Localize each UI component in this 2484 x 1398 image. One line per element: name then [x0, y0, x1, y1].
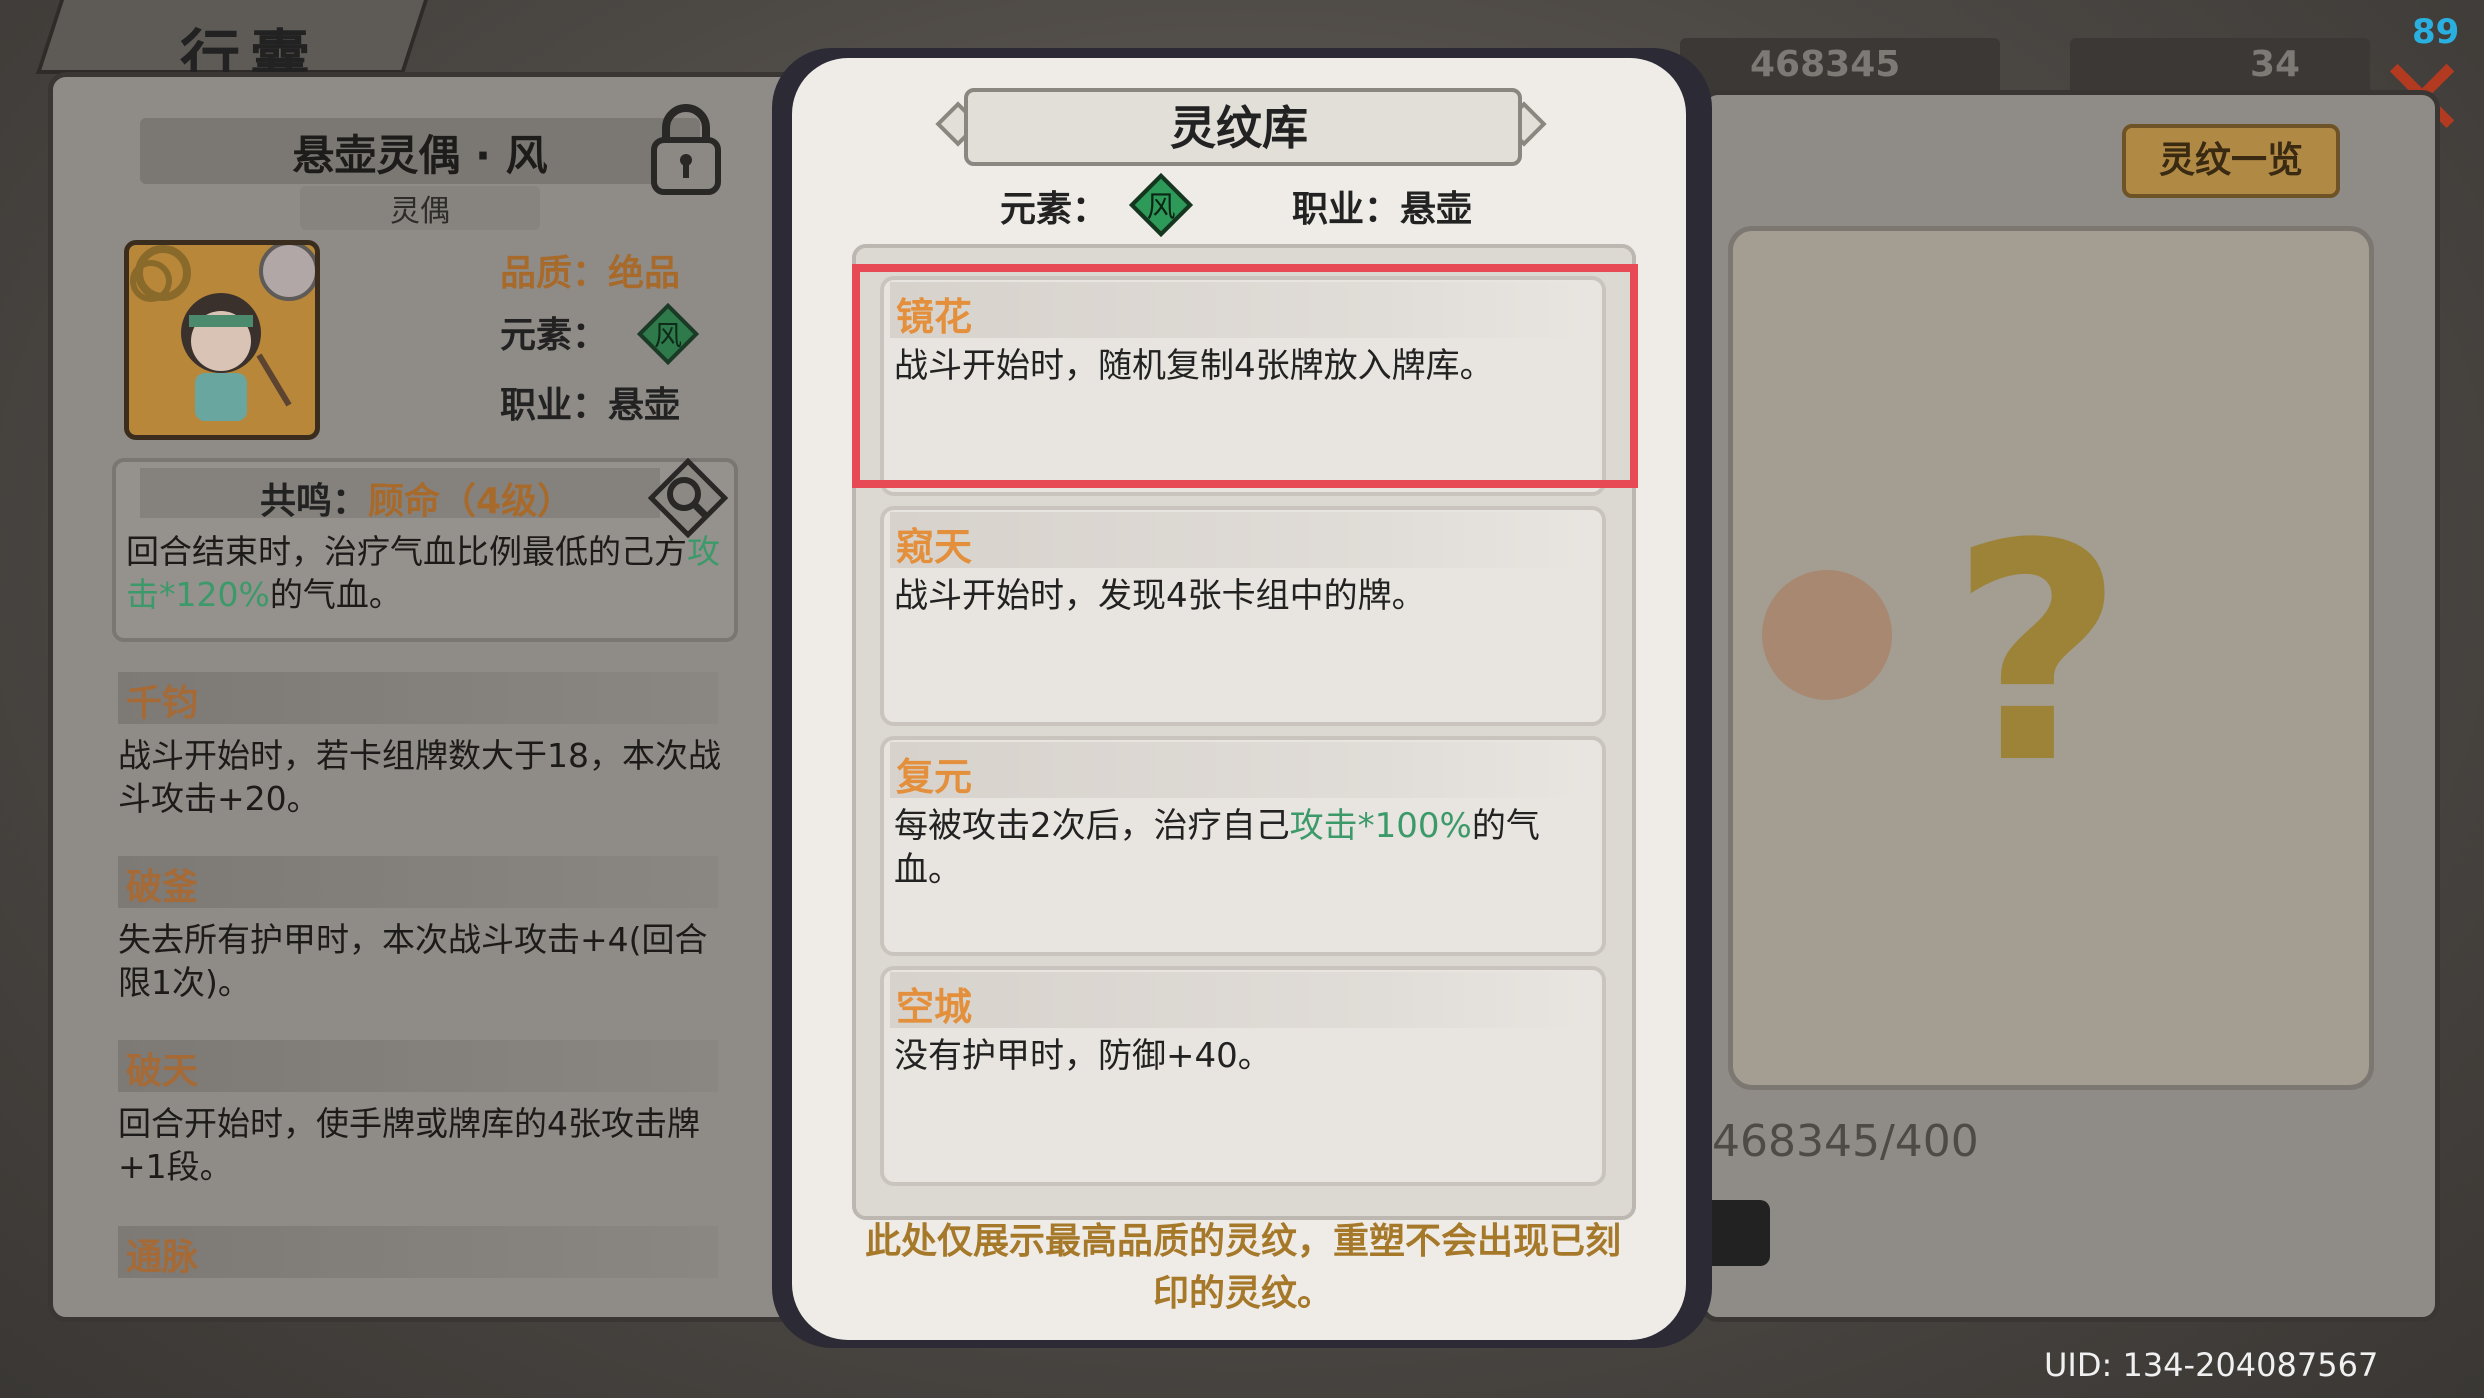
question-mark-icon: ? — [1950, 480, 2125, 829]
character-avatar — [130, 241, 319, 421]
selection-highlight — [852, 264, 1638, 488]
skill-name: 千钧 — [126, 683, 199, 724]
svg-text:风: 风 — [1147, 189, 1176, 223]
rune-overview-button[interactable]: 灵纹一览 — [2122, 124, 2340, 198]
modal-footer-note: 此处仅展示最高品质的灵纹，重塑不会出现已刻印的灵纹。 — [864, 1221, 1621, 1314]
rune-card-header — [890, 972, 1584, 1028]
rune-card-header — [890, 512, 1584, 568]
skill-description: 失去所有护甲时，本次战斗攻击+4(回合限1次)。 — [118, 920, 708, 1002]
skill-header — [118, 856, 718, 908]
lock-icon[interactable] — [648, 100, 724, 196]
currency-display-1: 468345 — [1680, 38, 2000, 94]
wind-element-icon: 风 — [1128, 172, 1194, 238]
rune-name: 空城 — [896, 985, 973, 1029]
progress-counter: 468345/400 — [1712, 1116, 1979, 1167]
user-id: UID: 134-204087567 — [2044, 1346, 2379, 1384]
element-row: 元素： — [500, 315, 609, 356]
skill-name: 通脉 — [126, 1237, 199, 1278]
skill-description: 回合开始时，使手牌或牌库的4张攻击牌+1段。 — [118, 1104, 700, 1186]
character-name: 悬壶灵偶 · 风 — [292, 131, 548, 180]
wind-element-icon: 风 — [636, 302, 700, 366]
currency-display-2: 34 — [2070, 38, 2370, 94]
modal-title: 灵纹库 — [1170, 101, 1308, 155]
magnifier-icon[interactable] — [648, 458, 728, 538]
character-type: 灵偶 — [300, 186, 540, 230]
skill-header — [118, 1040, 718, 1092]
skill-header — [118, 1226, 718, 1278]
resonance-title: 共鸣：顾命（4级） — [260, 481, 574, 522]
rune-description: 战斗开始时，发现4张卡组中的牌。 — [894, 576, 1426, 616]
resonance-description: 回合结束时，治疗气血比例最低的己方攻击*120%的气血。 — [126, 532, 720, 614]
skill-name: 破天 — [126, 1051, 199, 1092]
rune-description: 每被攻击2次后，治疗自己攻击*100%的气血。 — [894, 806, 1540, 890]
modal-element-label: 元素： — [1000, 189, 1109, 230]
character-portrait[interactable] — [124, 240, 320, 440]
rune-card-header — [890, 742, 1584, 798]
modal-job: 职业：悬壶 — [1292, 189, 1473, 230]
skill-description: 战斗开始时，若卡组牌数大于18，本次战斗攻击+20。 — [118, 736, 721, 818]
sun-decoration — [1762, 570, 1892, 700]
rune-name: 窥天 — [896, 525, 973, 569]
skill-header — [118, 672, 718, 724]
svg-text:风: 风 — [654, 319, 682, 352]
job-row: 职业：悬壶 — [500, 385, 681, 426]
quality-row: 品质：绝品 — [500, 253, 681, 294]
rune-description: 没有护甲时，防御+40。 — [894, 1036, 1272, 1076]
rune-name: 复元 — [896, 755, 973, 799]
skill-name: 破釜 — [126, 867, 199, 908]
